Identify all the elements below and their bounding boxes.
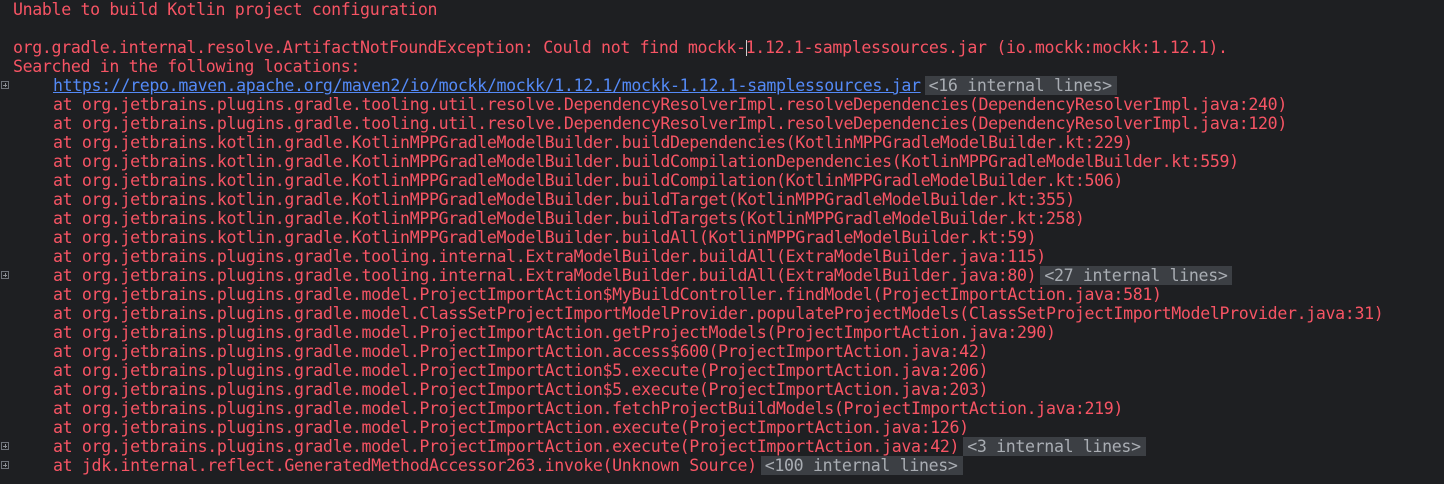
stack-frame: at org.jetbrains.plugins.gradle.model.Pr… <box>53 380 989 399</box>
error-header-line: Unable to build Kotlin project configura… <box>0 0 1444 19</box>
console-output[interactable]: Unable to build Kotlin project configura… <box>0 0 1444 484</box>
internal-lines-fold[interactable]: <27 internal lines> <box>1040 266 1233 285</box>
stack-frame-line: at org.jetbrains.plugins.gradle.model.Pr… <box>0 361 1444 380</box>
stack-frame-line: at org.jetbrains.plugins.gradle.model.Cl… <box>0 304 1444 323</box>
expand-fold-icon[interactable] <box>1 271 9 279</box>
stack-frame: at org.jetbrains.plugins.gradle.model.Pr… <box>53 418 969 437</box>
stack-frame-line: at org.jetbrains.kotlin.gradle.KotlinMPP… <box>0 228 1444 247</box>
stack-frame-line: at org.jetbrains.plugins.gradle.model.Pr… <box>0 342 1444 361</box>
location-line: https://repo.maven.apache.org/maven2/io/… <box>0 76 1444 95</box>
stack-frame-line: at org.jetbrains.plugins.gradle.model.Pr… <box>0 437 1444 456</box>
stack-frame: at org.jetbrains.plugins.gradle.model.Pr… <box>53 361 989 380</box>
stack-frame: at org.jetbrains.kotlin.gradle.KotlinMPP… <box>53 171 1124 190</box>
stack-frame: at org.jetbrains.plugins.gradle.model.Pr… <box>53 342 989 361</box>
stack-frame-line: at org.jetbrains.kotlin.gradle.KotlinMPP… <box>0 133 1444 152</box>
error-header: Unable to build Kotlin project configura… <box>13 0 438 19</box>
stack-frame-line: at org.jetbrains.plugins.gradle.tooling.… <box>0 95 1444 114</box>
stack-frame-line: at org.jetbrains.plugins.gradle.model.Pr… <box>0 380 1444 399</box>
artifact-location-link[interactable]: https://repo.maven.apache.org/maven2/io/… <box>53 76 921 95</box>
stack-frame-line: at org.jetbrains.plugins.gradle.tooling.… <box>0 266 1444 285</box>
exception-message: org.gradle.internal.resolve.ArtifactNotF… <box>13 38 1228 57</box>
stack-frame-line: at org.jetbrains.plugins.gradle.model.Pr… <box>0 399 1444 418</box>
stack-frame: at org.jetbrains.kotlin.gradle.KotlinMPP… <box>53 209 1085 228</box>
stack-frame: at org.jetbrains.plugins.gradle.model.Pr… <box>53 437 960 456</box>
internal-lines-fold[interactable]: <100 internal lines> <box>760 456 963 475</box>
searched-locations-label: Searched in the following locations: <box>13 57 361 76</box>
stack-frame-line: at org.jetbrains.kotlin.gradle.KotlinMPP… <box>0 171 1444 190</box>
stack-frame: at org.jetbrains.kotlin.gradle.KotlinMPP… <box>53 190 1075 209</box>
stack-frame-line: at org.jetbrains.kotlin.gradle.KotlinMPP… <box>0 152 1444 171</box>
stack-frame: at org.jetbrains.plugins.gradle.model.Pr… <box>53 285 1162 304</box>
stack-frame: at org.jetbrains.kotlin.gradle.KotlinMPP… <box>53 133 1133 152</box>
stack-frame-line: at org.jetbrains.kotlin.gradle.KotlinMPP… <box>0 190 1444 209</box>
stack-frame: at org.jetbrains.plugins.gradle.model.Pr… <box>53 323 1056 342</box>
stack-frame: at org.jetbrains.plugins.gradle.model.Pr… <box>53 399 1124 418</box>
stack-frame: at org.jetbrains.kotlin.gradle.KotlinMPP… <box>53 152 1239 171</box>
stack-frame-line: at org.jetbrains.kotlin.gradle.KotlinMPP… <box>0 209 1444 228</box>
stack-frame: at org.jetbrains.kotlin.gradle.KotlinMPP… <box>53 228 1037 247</box>
expand-fold-icon[interactable] <box>1 81 9 89</box>
stack-frame: at org.jetbrains.plugins.gradle.tooling.… <box>53 95 1287 114</box>
exception-line: org.gradle.internal.resolve.ArtifactNotF… <box>0 38 1444 57</box>
searched-locations-line: Searched in the following locations: <box>0 57 1444 76</box>
stack-frame-line: at org.jetbrains.plugins.gradle.tooling.… <box>0 247 1444 266</box>
stack-frame-line: at org.jetbrains.plugins.gradle.tooling.… <box>0 114 1444 133</box>
stack-frame: at org.jetbrains.plugins.gradle.tooling.… <box>53 114 1287 133</box>
internal-lines-fold[interactable]: <3 internal lines> <box>963 437 1146 456</box>
stack-frame-line: at org.jetbrains.plugins.gradle.model.Pr… <box>0 323 1444 342</box>
stack-frame: at org.jetbrains.plugins.gradle.tooling.… <box>53 266 1037 285</box>
stack-frame: at jdk.internal.reflect.GeneratedMethodA… <box>53 456 757 475</box>
stack-frame-line: at org.jetbrains.plugins.gradle.model.Pr… <box>0 418 1444 437</box>
stack-frame-line: at jdk.internal.reflect.GeneratedMethodA… <box>0 456 1444 475</box>
expand-fold-icon[interactable] <box>1 461 9 469</box>
internal-lines-fold[interactable]: <16 internal lines> <box>924 76 1117 95</box>
expand-fold-icon[interactable] <box>1 442 9 450</box>
stack-frame: at org.jetbrains.plugins.gradle.tooling.… <box>53 247 1046 266</box>
stack-frame-line: at org.jetbrains.plugins.gradle.model.Pr… <box>0 285 1444 304</box>
stack-frame: at org.jetbrains.plugins.gradle.model.Cl… <box>53 304 1384 323</box>
